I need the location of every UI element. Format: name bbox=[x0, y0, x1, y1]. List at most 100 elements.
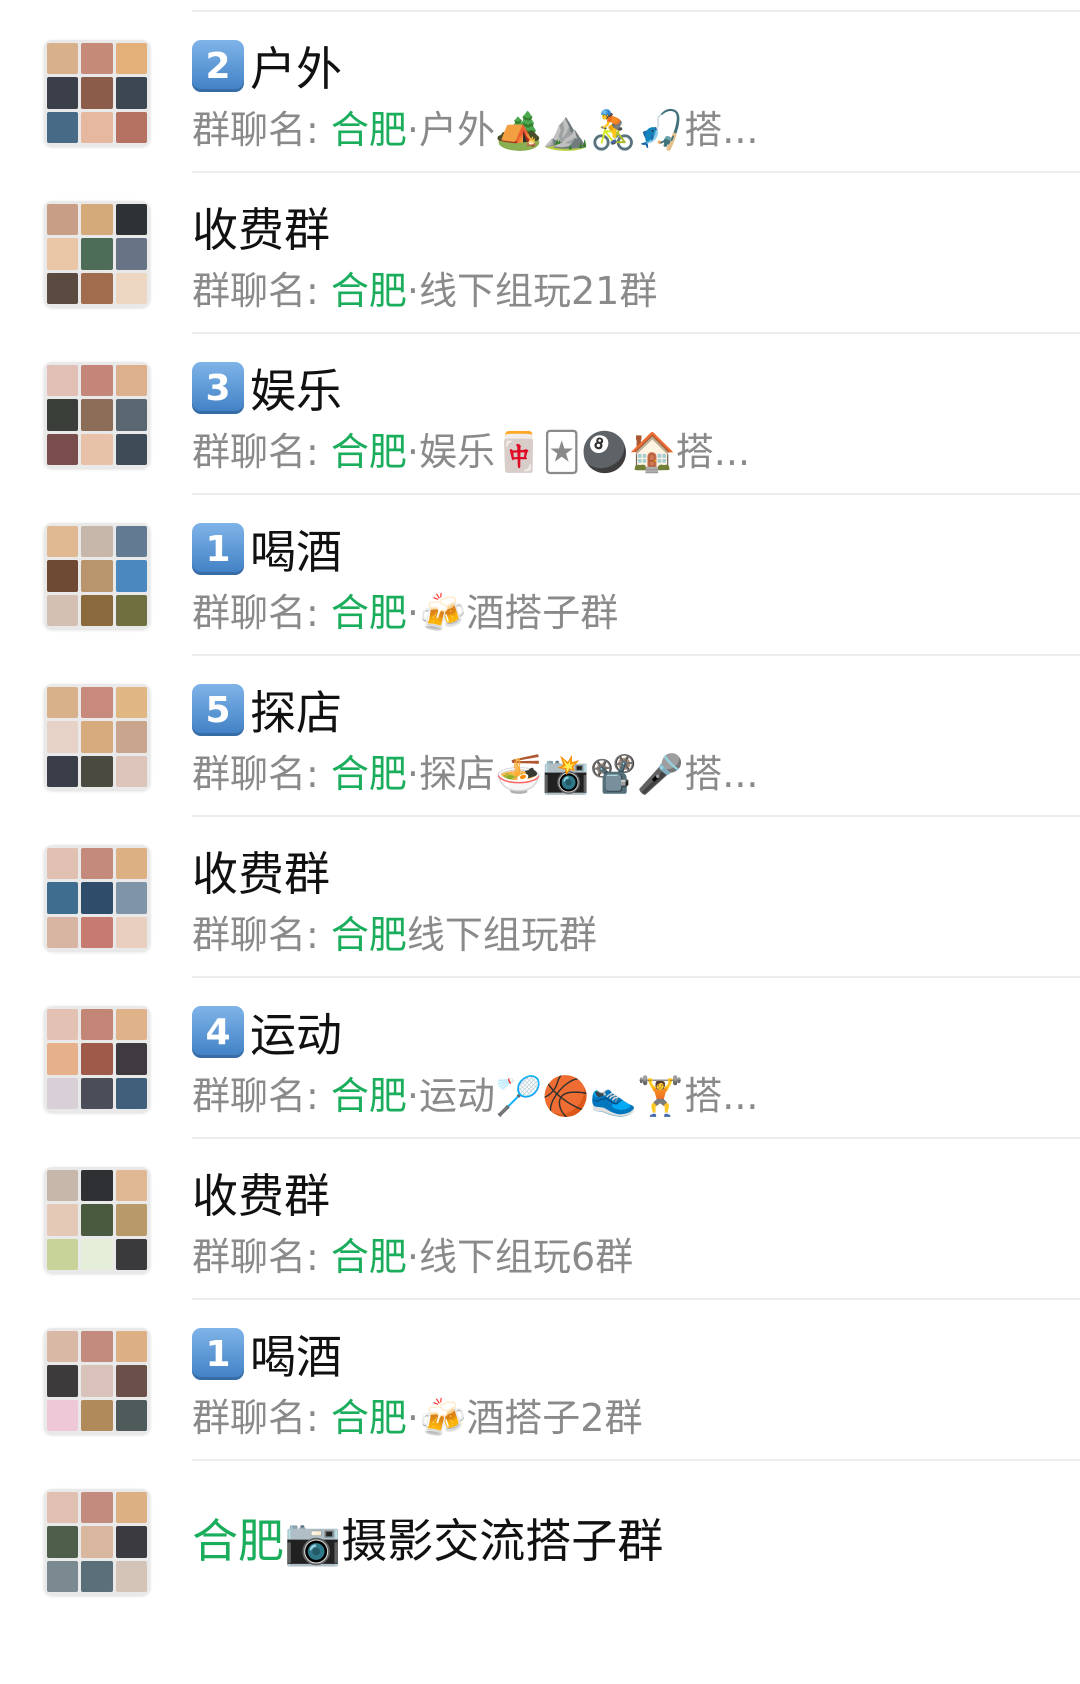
group-avatar[interactable] bbox=[44, 1328, 150, 1434]
avatar-member-photo bbox=[47, 526, 79, 558]
avatar-member-photo bbox=[47, 77, 79, 109]
group-chat-row[interactable]: 1 喝酒 群聊名: 合肥 ·🍻酒搭子2群 bbox=[0, 1298, 1080, 1470]
chat-name-label: 群聊名: bbox=[192, 1395, 331, 1440]
avatar-member-photo bbox=[47, 272, 79, 304]
avatar-member-photo bbox=[47, 204, 79, 236]
avatar-member-photo bbox=[81, 433, 113, 465]
avatar-member-photo bbox=[47, 594, 79, 626]
group-avatar[interactable] bbox=[44, 1006, 150, 1112]
row-divider bbox=[192, 654, 1080, 656]
avatar-member-photo bbox=[115, 916, 147, 948]
avatar-member-photo bbox=[115, 755, 147, 787]
number-badge-icon: 4 bbox=[192, 1006, 244, 1058]
group-avatar[interactable] bbox=[44, 40, 150, 146]
avatar-member-photo bbox=[47, 1331, 79, 1363]
avatar-member-photo bbox=[47, 1238, 79, 1270]
group-name: 运动 bbox=[250, 1008, 342, 1062]
avatar-member-photo bbox=[81, 1204, 113, 1236]
group-avatar[interactable] bbox=[44, 523, 150, 629]
group-name: 户外 bbox=[250, 42, 342, 96]
city-keyword: 合肥 bbox=[330, 107, 407, 152]
group-avatar[interactable] bbox=[44, 845, 150, 951]
avatar-member-photo bbox=[81, 1365, 113, 1397]
avatar-member-photo bbox=[81, 1560, 113, 1592]
avatar-member-photo bbox=[81, 111, 113, 143]
group-chat-name: 群聊名: 合肥 ·线下组玩6群 bbox=[192, 1225, 633, 1281]
group-avatar[interactable] bbox=[44, 1167, 150, 1273]
number-badge-icon: 1 bbox=[192, 1328, 244, 1380]
avatar-member-photo bbox=[81, 721, 113, 753]
avatar-member-photo bbox=[81, 1009, 113, 1041]
group-chat-row[interactable]: 5 探店 群聊名: 合肥 ·探店🍜📸📽️🎤搭... bbox=[0, 654, 1080, 826]
group-title: 收费群 bbox=[192, 841, 330, 901]
group-chat-name: 群聊名: 合肥 ·🍻酒搭子2群 bbox=[192, 1386, 642, 1442]
avatar-member-photo bbox=[47, 721, 79, 753]
group-avatar[interactable] bbox=[44, 684, 150, 790]
group-chat-name: 群聊名: 合肥 ·线下组玩21群 bbox=[192, 259, 657, 315]
group-avatar[interactable] bbox=[44, 1489, 150, 1595]
avatar-member-photo bbox=[47, 1365, 79, 1397]
group-chat-row[interactable]: 4 运动群聊名: 合肥 ·运动🏸🏀👟🏋️搭... bbox=[0, 976, 1080, 1148]
avatar-member-photo bbox=[115, 1238, 147, 1270]
avatar-member-photo bbox=[47, 1399, 79, 1431]
avatar-member-photo bbox=[115, 433, 147, 465]
city-keyword: 合肥 bbox=[330, 1073, 407, 1118]
avatar-member-photo bbox=[47, 1560, 79, 1592]
avatar-member-photo bbox=[115, 238, 147, 270]
chat-name-label: 群聊名: bbox=[192, 429, 331, 474]
group-chat-row[interactable]: 收费群 群聊名: 合肥 线下组玩群 bbox=[0, 815, 1080, 987]
row-divider bbox=[192, 171, 1080, 173]
avatar-member-photo bbox=[81, 1238, 113, 1270]
chat-name-rest: ·运动🏸🏀👟🏋️搭... bbox=[406, 1073, 759, 1118]
chat-name-label: 群聊名: bbox=[192, 1073, 331, 1118]
chat-name-label: 群聊名: bbox=[192, 912, 331, 957]
chat-name-rest: ·线下组玩21群 bbox=[406, 268, 658, 313]
avatar-member-photo bbox=[115, 1204, 147, 1236]
avatar-member-photo bbox=[115, 560, 147, 592]
avatar-member-photo bbox=[81, 1043, 113, 1075]
group-avatar[interactable] bbox=[44, 201, 150, 307]
avatar-member-photo bbox=[81, 204, 113, 236]
group-title: 3 娱乐 bbox=[192, 358, 342, 418]
group-chat-name: 群聊名: 合肥 ·探店🍜📸📽️🎤搭... bbox=[192, 742, 758, 798]
group-avatar[interactable] bbox=[44, 362, 150, 468]
avatar-member-photo bbox=[115, 687, 147, 719]
avatar-member-photo bbox=[115, 43, 147, 75]
avatar-member-photo bbox=[115, 1365, 147, 1397]
city-keyword: 合肥 bbox=[330, 429, 407, 474]
group-chat-list: 2 户外 群聊名: 合肥 ·户外🏕️⛰️🚴🎣搭... 收费群 群聊名: 合肥 ·线下组玩21… bbox=[0, 0, 1080, 1684]
group-chat-row[interactable]: 合肥 📷摄影交流搭子群 bbox=[0, 1459, 1080, 1631]
avatar-member-photo bbox=[81, 1331, 113, 1363]
chat-name-rest: ·户外🏕️⛰️🚴🎣搭... bbox=[406, 107, 759, 152]
group-chat-row[interactable]: 1 喝酒 群聊名: 合肥 ·🍻酒搭子群 bbox=[0, 493, 1080, 665]
group-chat-name: 群聊名: 合肥 ·🍻酒搭子群 bbox=[192, 581, 618, 637]
city-keyword: 合肥 bbox=[330, 912, 407, 957]
group-chat-row[interactable]: 2 户外群聊名: 合肥 ·户外🏕️⛰️🚴🎣搭... bbox=[0, 10, 1080, 182]
chat-name-rest: ·线下组玩6群 bbox=[406, 1234, 634, 1279]
row-divider bbox=[192, 976, 1080, 978]
row-divider bbox=[192, 815, 1080, 817]
number-badge-icon: 2 bbox=[192, 40, 244, 92]
group-chat-name: 群聊名: 合肥 ·娱乐🀄🃏🎱🏠搭... bbox=[192, 420, 750, 476]
group-chat-row[interactable]: 收费群 群聊名: 合肥 ·线下组玩21群 bbox=[0, 171, 1080, 343]
chat-name-label: 群聊名: bbox=[192, 107, 331, 152]
group-name: 喝酒 bbox=[250, 1330, 342, 1384]
avatar-member-photo bbox=[47, 687, 79, 719]
avatar-member-photo bbox=[47, 111, 79, 143]
avatar-member-photo bbox=[81, 365, 113, 397]
city-keyword: 合肥 bbox=[330, 751, 407, 796]
group-chat-row[interactable]: 3 娱乐 群聊名: 合肥 ·娱乐🀄🃏🎱🏠搭... bbox=[0, 332, 1080, 504]
chat-name-rest: ·探店🍜📸📽️🎤搭... bbox=[406, 751, 759, 796]
avatar-member-photo bbox=[47, 1043, 79, 1075]
avatar-member-photo bbox=[115, 1043, 147, 1075]
row-divider bbox=[192, 1298, 1080, 1300]
avatar-member-photo bbox=[115, 1560, 147, 1592]
group-chat-row[interactable]: 收费群 群聊名: 合肥 ·线下组玩6群 bbox=[0, 1137, 1080, 1309]
avatar-member-photo bbox=[47, 848, 79, 880]
avatar-member-photo bbox=[47, 365, 79, 397]
avatar-member-photo bbox=[47, 755, 79, 787]
group-title: 2 户外 bbox=[192, 36, 342, 96]
avatar-member-photo bbox=[47, 1170, 79, 1202]
avatar-member-photo bbox=[47, 560, 79, 592]
chat-name-rest: ·🍻酒搭子群 bbox=[406, 590, 619, 635]
